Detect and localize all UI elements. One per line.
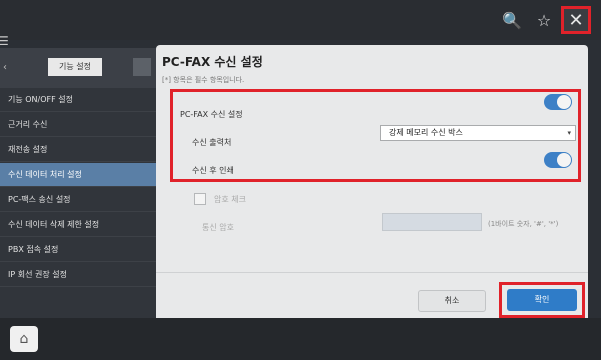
password-check-label: 암호 체크 (214, 195, 246, 204)
collapse-icon[interactable]: ‹ (3, 62, 7, 73)
password-input[interactable] (382, 213, 482, 231)
sidebar: ‹ 기능 설정 기능 ON/OFF 설정 근거리 수신 재전송 설정 수신 데이… (0, 48, 167, 318)
password-hint: (1바이트 숫자, '#', '*') (488, 220, 559, 228)
destination-select[interactable]: 강제 메모리 수신 박스 ▾ (380, 125, 576, 141)
destination-label: 수신 출력처 (192, 138, 232, 147)
search-icon[interactable]: 🔍 (497, 5, 527, 35)
sidebar-item-resend[interactable]: 재전송 설정 (0, 138, 166, 162)
sidebar-item-delete-limit[interactable]: 수신 데이터 삭제 제한 설정 (0, 213, 166, 237)
sidebar-item-pcfax-send[interactable]: PC-팩스 송신 설정 (0, 188, 166, 212)
panel-title: PC-FAX 수신 설정 (162, 55, 263, 69)
home-icon[interactable]: ⌂ (10, 326, 38, 352)
sidebar-title[interactable]: 기능 설정 (48, 58, 102, 76)
cancel-button[interactable]: 취소 (418, 290, 486, 312)
password-label: 통신 암호 (202, 223, 234, 232)
sidebar-header: ‹ 기능 설정 (0, 48, 166, 88)
print-after-toggle[interactable] (544, 152, 572, 168)
settings-panel: PC-FAX 수신 설정 [*] 항목은 필수 항목입니다. PC-FAX 수신… (156, 45, 588, 325)
password-check-checkbox[interactable] (194, 193, 206, 205)
sidebar-item-function-onoff[interactable]: 기능 ON/OFF 설정 (0, 88, 166, 112)
star-icon[interactable]: ☆ (529, 5, 559, 35)
sidebar-item-receive-data[interactable]: 수신 데이터 처리 설정 (0, 163, 166, 187)
divider (156, 272, 588, 273)
device-screen: ☰ 🔍 ☆ ✕ ‹ 기능 설정 기능 ON/OFF 설정 근거리 수신 재전송 … (0, 0, 601, 360)
sidebar-item-ip-line[interactable]: IP 회선 권장 설정 (0, 263, 166, 287)
close-icon[interactable]: ✕ (561, 6, 591, 34)
bottom-bar: ⌂ (0, 318, 601, 360)
required-note: [*] 항목은 필수 항목입니다. (162, 76, 245, 84)
menu-icon[interactable]: ☰ (0, 34, 9, 48)
top-bar: ☰ 🔍 ☆ ✕ (0, 0, 601, 48)
receive-setting-label: PC-FAX 수신 설정 (180, 110, 243, 119)
destination-value: 강제 메모리 수신 박스 (389, 128, 463, 137)
sidebar-toggle-button[interactable] (133, 58, 151, 76)
chevron-down-icon: ▾ (567, 129, 571, 137)
sidebar-item-pbx[interactable]: PBX 접속 설정 (0, 238, 166, 262)
ok-button[interactable]: 확인 (507, 289, 577, 311)
sidebar-item-near-receive[interactable]: 근거리 수신 (0, 113, 166, 137)
receive-setting-toggle[interactable] (544, 94, 572, 110)
print-after-label: 수신 후 인쇄 (192, 166, 234, 175)
